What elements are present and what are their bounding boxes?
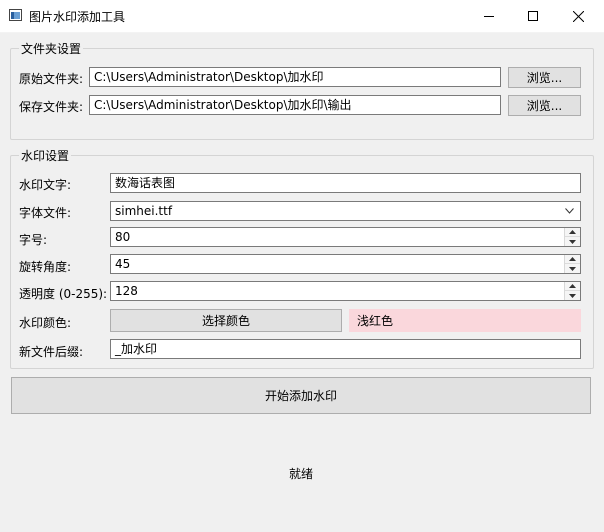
- folder-settings-group: 文件夹设置: [10, 40, 594, 140]
- opacity-increment[interactable]: [565, 282, 580, 291]
- color-preview: 浅红色: [349, 309, 581, 332]
- opacity-stepper[interactable]: [564, 282, 580, 300]
- maximize-icon: [528, 11, 538, 21]
- close-icon: [572, 10, 584, 22]
- watermark-text-input[interactable]: 数海话表图: [110, 173, 581, 193]
- arrow-up-icon: [569, 230, 576, 234]
- font-size-decrement[interactable]: [565, 237, 580, 246]
- font-size-label: 字号:: [19, 233, 48, 247]
- opacity-decrement[interactable]: [565, 291, 580, 300]
- chevron-down-icon: [565, 208, 574, 214]
- rotation-spinbox[interactable]: 45: [110, 254, 581, 274]
- status-label: 就绪: [289, 467, 314, 481]
- rotation-increment[interactable]: [565, 255, 580, 264]
- font-size-stepper[interactable]: [564, 228, 580, 246]
- font-size-value: 80: [115, 230, 131, 244]
- arrow-down-icon: [569, 293, 576, 298]
- rotation-value: 45: [115, 257, 131, 271]
- font-size-spinbox[interactable]: 80: [110, 227, 581, 247]
- font-size-increment[interactable]: [565, 228, 580, 237]
- opacity-spinbox[interactable]: 128: [110, 281, 581, 301]
- app-window-icon: [9, 9, 22, 21]
- watermark-settings-title: 水印设置: [19, 147, 72, 164]
- rotation-decrement[interactable]: [565, 264, 580, 273]
- source-folder-input[interactable]: C:\Users\Administrator\Desktop\加水印: [89, 67, 501, 87]
- minimize-button[interactable]: [466, 0, 512, 32]
- window-title: 图片水印添加工具: [29, 10, 126, 24]
- opacity-label: 透明度 (0-255):: [19, 287, 108, 301]
- font-file-value: simhei.ttf: [115, 204, 173, 218]
- output-browse-button[interactable]: 浏览...: [508, 95, 581, 116]
- font-file-select[interactable]: simhei.ttf: [110, 201, 581, 221]
- arrow-down-icon: [569, 266, 576, 271]
- arrow-down-icon: [569, 239, 576, 244]
- output-folder-input[interactable]: C:\Users\Administrator\Desktop\加水印\输出: [89, 95, 501, 115]
- maximize-button[interactable]: [510, 0, 556, 32]
- choose-color-button[interactable]: 选择颜色: [110, 309, 342, 332]
- watermark-text-label: 水印文字:: [19, 178, 72, 192]
- rotation-stepper[interactable]: [564, 255, 580, 273]
- source-folder-label: 原始文件夹:: [19, 72, 84, 86]
- watermark-color-label: 水印颜色:: [19, 316, 72, 330]
- start-watermark-button[interactable]: 开始添加水印: [11, 377, 591, 414]
- arrow-up-icon: [569, 257, 576, 261]
- rotation-label: 旋转角度:: [19, 260, 72, 274]
- opacity-value: 128: [115, 284, 138, 298]
- title-bar: 图片水印添加工具: [0, 0, 604, 33]
- source-browse-button[interactable]: 浏览...: [508, 67, 581, 88]
- file-suffix-input[interactable]: _加水印: [110, 339, 581, 359]
- close-button[interactable]: [555, 0, 601, 32]
- output-folder-label: 保存文件夹:: [19, 100, 84, 114]
- arrow-up-icon: [569, 284, 576, 288]
- file-suffix-label: 新文件后缀:: [19, 345, 84, 359]
- font-file-label: 字体文件:: [19, 206, 72, 220]
- folder-settings-title: 文件夹设置: [19, 40, 84, 57]
- minimize-icon: [484, 16, 494, 17]
